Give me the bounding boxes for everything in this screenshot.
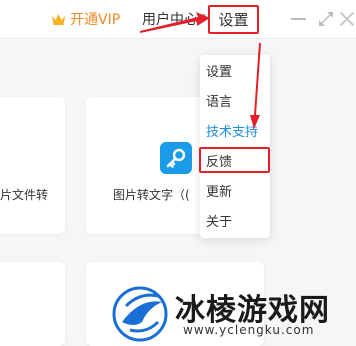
vip-button[interactable]: 开通VIP — [51, 9, 120, 29]
maximize-icon — [319, 12, 333, 26]
tool-card[interactable] — [0, 262, 65, 346]
chevron-down-icon: ▼ — [199, 13, 206, 23]
menu-item-about[interactable]: 关于 — [206, 211, 232, 230]
crown-icon — [52, 13, 65, 25]
watermark-logo-icon — [112, 286, 168, 342]
maximize-button[interactable] — [316, 9, 336, 29]
tool-card-image-to-text-label: 图片转文字（( — [113, 188, 190, 202]
settings-button-label: 设置 — [218, 11, 249, 29]
user-center-link[interactable]: 用户中心 — [142, 9, 198, 29]
key-icon — [160, 142, 192, 174]
minimize-button[interactable] — [289, 9, 309, 29]
menu-item-settings[interactable]: 设置 — [206, 61, 232, 80]
minimize-icon — [291, 18, 306, 20]
watermark-url: www.yclengku.com — [183, 323, 315, 337]
menu-item-update[interactable]: 更新 — [206, 181, 232, 200]
close-button[interactable] — [337, 9, 356, 29]
menu-item-support[interactable]: 技术支持 — [206, 121, 258, 140]
settings-button[interactable]: 设置 — [208, 5, 259, 34]
vip-label: 开通VIP — [70, 12, 121, 28]
menu-item-language[interactable]: 语言 — [206, 91, 232, 110]
tool-card-file-convert[interactable] — [0, 97, 65, 234]
tool-card-file-convert-label: 片文件转 — [0, 188, 49, 202]
feedback-highlight-box — [199, 147, 270, 173]
